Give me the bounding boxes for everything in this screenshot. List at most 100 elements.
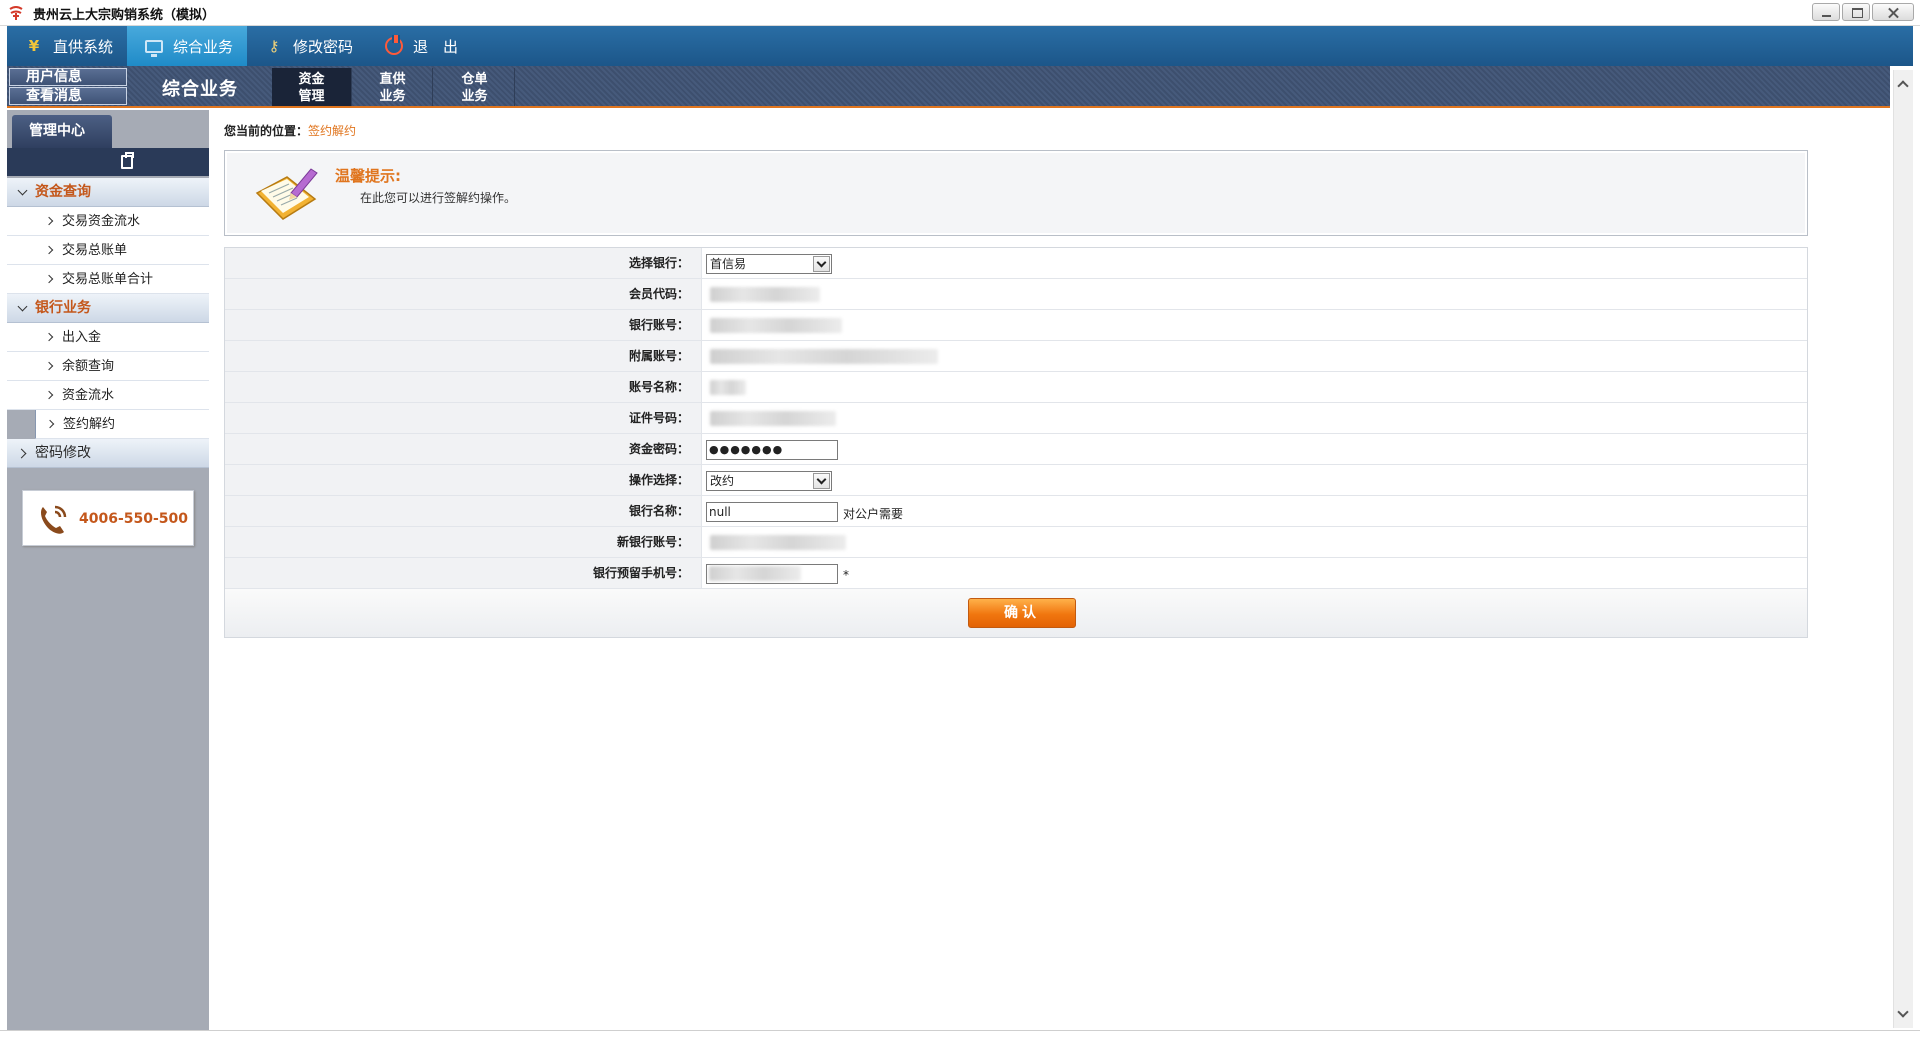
sidebar-group-label: 资金查询 bbox=[35, 184, 91, 200]
tab-label-line2: 业务 bbox=[379, 89, 406, 104]
menu-item-label: 综合业务 bbox=[173, 37, 234, 56]
sidebar-item-trade-fund-flow[interactable]: 交易资金流水 bbox=[7, 207, 209, 236]
window-controls bbox=[1810, 3, 1914, 21]
key-icon: ⚷ bbox=[268, 37, 280, 55]
monitor-icon bbox=[145, 37, 163, 57]
reserved-phone-input[interactable] bbox=[706, 564, 838, 584]
fund-password-label: 资金密码： bbox=[225, 434, 702, 464]
menu-item-label: 修改密码 bbox=[293, 37, 354, 56]
sidebar-header bbox=[7, 148, 209, 176]
form-row-bank-account: 银行账号： bbox=[225, 310, 1807, 341]
chevron-right-icon bbox=[44, 216, 54, 226]
chevron-down-icon bbox=[17, 185, 28, 196]
scroll-up-icon[interactable] bbox=[1897, 80, 1909, 92]
tab-warehouse-receipt-business[interactable]: 仓单 业务 bbox=[435, 68, 515, 106]
form-row-reserved-phone: 银行预留手机号： * bbox=[225, 558, 1807, 589]
menu-item-change-password[interactable]: ⚷ 修改密码 bbox=[247, 26, 367, 66]
sidebar-group-fund-query[interactable]: 资金查询 bbox=[7, 178, 209, 207]
tip-title: 温馨提示: bbox=[335, 167, 401, 185]
yen-icon: ¥ bbox=[28, 37, 40, 55]
sidebar-item-label: 交易总账单合计 bbox=[62, 272, 154, 287]
form-row-sub-account: 附属账号： bbox=[225, 341, 1807, 372]
notepad-pencil-icon bbox=[255, 168, 318, 220]
phone-icon bbox=[41, 505, 67, 534]
sidebar-item-label: 出入金 bbox=[62, 330, 102, 345]
bank-select[interactable]: 首信易 bbox=[706, 254, 832, 274]
sidebar-item-fund-flow[interactable]: 资金流水 bbox=[7, 381, 209, 410]
tab-label-line2: 业务 bbox=[461, 89, 488, 104]
sidebar-item-label: 资金流水 bbox=[62, 388, 115, 403]
operation-label: 操作选择： bbox=[225, 465, 702, 495]
operation-select-value: 改约 bbox=[710, 474, 735, 488]
sidebar-item-sign-unsign[interactable]: 签约解约 bbox=[35, 410, 209, 439]
account-name-label: 账号名称： bbox=[225, 372, 702, 402]
bank-select-label: 选择银行： bbox=[225, 248, 702, 278]
main-content: 您当前的位置：签约解约 温馨提示: 在此您可以进行签解约操作。 选择银行： 首信… bbox=[210, 110, 1890, 1030]
clipboard-icon[interactable] bbox=[121, 152, 134, 169]
bank-select-value: 首信易 bbox=[710, 257, 747, 271]
sidebar-item-balance-query[interactable]: 余额查询 bbox=[7, 352, 209, 381]
user-info-button[interactable]: 用户信息 bbox=[9, 68, 127, 86]
chevron-right-icon bbox=[44, 332, 54, 342]
sidebar-group-password-change[interactable]: 密码修改 bbox=[7, 439, 209, 468]
menu-item-label: 直供系统 bbox=[53, 37, 114, 56]
sidebar-tab-management-center[interactable]: 管理中心 bbox=[12, 115, 112, 148]
scroll-down-icon[interactable] bbox=[1897, 1006, 1909, 1018]
tab-direct-supply-business[interactable]: 直供 业务 bbox=[353, 68, 433, 106]
form-row-new-bank-account: 新银行账号： bbox=[225, 527, 1807, 558]
breadcrumb: 您当前的位置：签约解约 bbox=[224, 122, 356, 139]
sidebar-item-label: 交易资金流水 bbox=[62, 214, 141, 229]
form-row-bank-select: 选择银行： 首信易 bbox=[225, 248, 1807, 279]
window-title: 贵州云上大宗购销系统（模拟） bbox=[33, 8, 216, 23]
hotline-box: 4006-550-500 bbox=[22, 490, 194, 546]
menu-item-label: 退 出 bbox=[413, 37, 459, 56]
menu-item-exit[interactable]: 退 出 bbox=[367, 26, 487, 66]
chevron-right-icon bbox=[45, 419, 55, 429]
main-menu-bar: ¥ 直供系统 综合业务 ⚷ 修改密码 退 出 bbox=[7, 26, 1913, 66]
fund-password-input[interactable]: ●●●●●●● bbox=[706, 440, 838, 460]
sidebar: 管理中心 资金查询 交易资金流水 交易总账单 交易总账单合计 银行业务 出入金 bbox=[7, 110, 209, 1030]
sidebar-group-bank-business[interactable]: 银行业务 bbox=[7, 294, 209, 323]
reserved-phone-label: 银行预留手机号： bbox=[225, 558, 702, 588]
section-title: 综合业务 bbox=[162, 79, 238, 100]
title-bar: 贵州云上大宗购销系统（模拟） bbox=[0, 0, 1920, 26]
chevron-right-icon bbox=[16, 448, 27, 459]
id-number-label: 证件号码： bbox=[225, 403, 702, 433]
operation-select[interactable]: 改约 bbox=[706, 471, 832, 491]
minimize-button[interactable] bbox=[1812, 3, 1840, 21]
sign-unsign-form: 选择银行： 首信易 会员代码： 银行账号： 附属账号： 账号名称： 证件号码： bbox=[224, 247, 1808, 638]
sidebar-group-label: 银行业务 bbox=[35, 300, 91, 316]
tab-label-line1: 仓单 bbox=[461, 72, 488, 87]
sub-account-value-redacted bbox=[710, 349, 938, 364]
bank-name-input[interactable]: null bbox=[706, 502, 838, 522]
form-row-account-name: 账号名称： bbox=[225, 372, 1807, 403]
vertical-scrollbar[interactable] bbox=[1893, 70, 1913, 1028]
view-messages-button[interactable]: 查看消息 bbox=[9, 87, 127, 105]
account-name-value-redacted bbox=[710, 380, 746, 395]
sidebar-item-trade-ledger-total[interactable]: 交易总账单合计 bbox=[7, 265, 209, 294]
tab-label-line2: 管理 bbox=[298, 89, 325, 104]
chevron-right-icon bbox=[44, 361, 54, 371]
chevron-right-icon bbox=[44, 245, 54, 255]
sidebar-item-label: 交易总账单 bbox=[62, 243, 128, 258]
breadcrumb-current[interactable]: 签约解约 bbox=[308, 124, 356, 138]
form-row-operation: 操作选择： 改约 bbox=[225, 465, 1807, 496]
sidebar-group-label: 密码修改 bbox=[35, 445, 91, 461]
member-code-label: 会员代码： bbox=[225, 279, 702, 309]
new-bank-account-label: 新银行账号： bbox=[225, 527, 702, 557]
sidebar-item-deposit-withdraw[interactable]: 出入金 bbox=[7, 323, 209, 352]
app-logo-icon bbox=[9, 6, 23, 20]
form-row-bank-name: 银行名称： null 对公户需要 bbox=[225, 496, 1807, 527]
maximize-button[interactable] bbox=[1842, 3, 1870, 21]
form-row-id-number: 证件号码： bbox=[225, 403, 1807, 434]
sidebar-item-label: 签约解约 bbox=[63, 417, 116, 432]
tab-fund-management[interactable]: 资金 管理 bbox=[272, 68, 352, 106]
chevron-down-icon bbox=[813, 473, 830, 489]
bank-account-label: 银行账号： bbox=[225, 310, 702, 340]
menu-item-zhigong-system[interactable]: ¥ 直供系统 bbox=[7, 26, 127, 66]
close-button[interactable] bbox=[1872, 3, 1914, 21]
chevron-right-icon bbox=[44, 274, 54, 284]
sidebar-item-trade-ledger[interactable]: 交易总账单 bbox=[7, 236, 209, 265]
confirm-button[interactable]: 确认 bbox=[968, 598, 1076, 628]
menu-item-comprehensive-business[interactable]: 综合业务 bbox=[127, 26, 247, 66]
